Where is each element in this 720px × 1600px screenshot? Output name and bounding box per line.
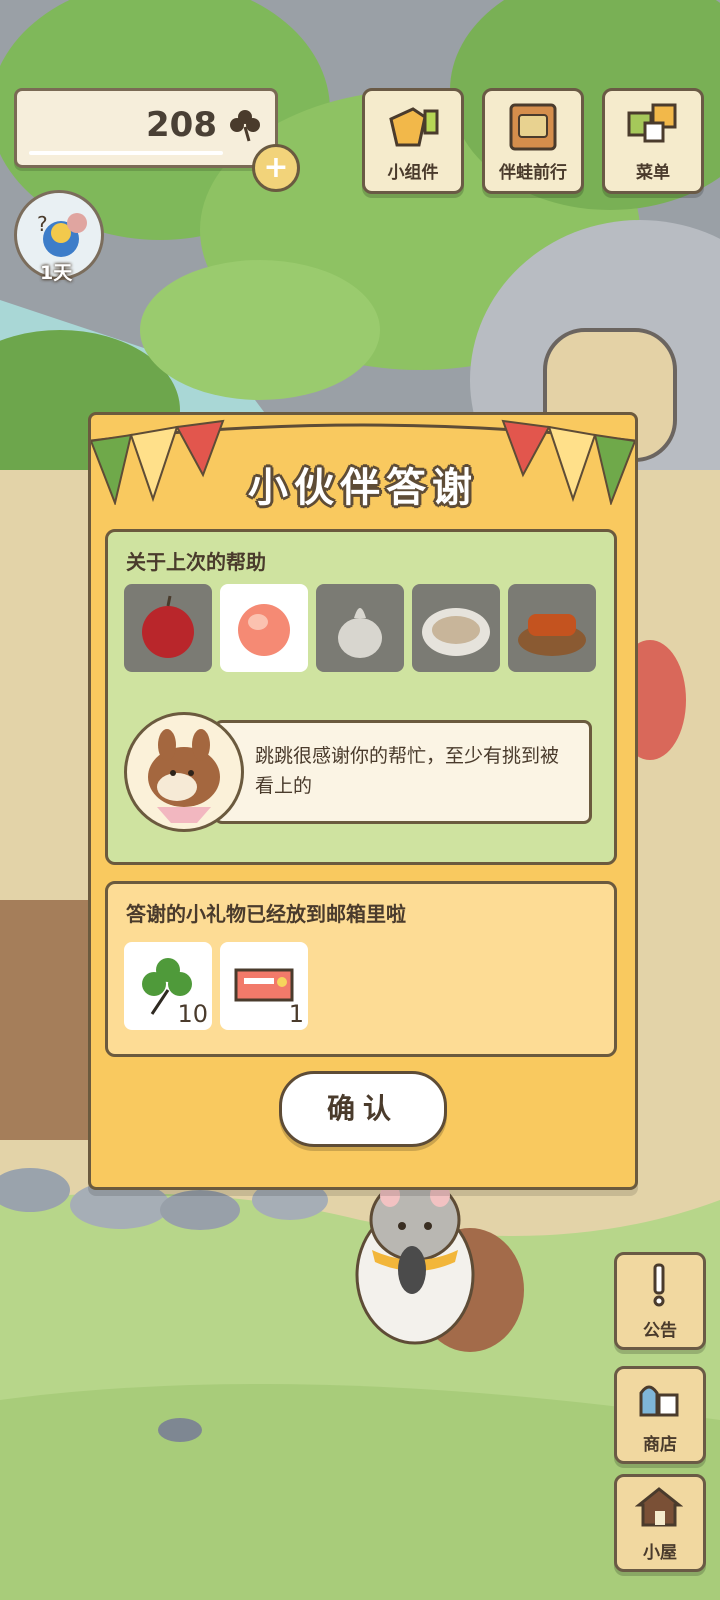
food-slot-skewers[interactable]: [508, 584, 596, 672]
gift-slot-ticket[interactable]: 1: [220, 942, 308, 1030]
svg-text:?: ?: [37, 212, 48, 236]
shop-icon: [639, 1385, 679, 1417]
counter-bar: [29, 151, 223, 155]
widget-icon: [389, 107, 439, 147]
speech-text: 跳跳很感谢你的帮忙，至少有挑到被看上的: [255, 745, 560, 797]
dialog-title: 小伙伴答谢: [248, 465, 478, 511]
widget-label: 小组件: [387, 163, 439, 183]
thanks-dialog: 小伙伴答谢 关于上次的帮助 跳跳很感谢你的帮忙，至少有挑到被看上的 答谢的小礼物…: [88, 412, 638, 1190]
clover-count: 208: [146, 105, 217, 145]
help-heading: 关于上次的帮助: [126, 550, 266, 574]
speech-row: 跳跳很感谢你的帮忙，至少有挑到被看上的: [124, 712, 602, 832]
frog-journey-label: 伴蛙前行: [499, 163, 567, 183]
widget-button[interactable]: 小组件: [362, 88, 464, 194]
gift-panel: 答谢的小礼物已经放到邮箱里啦 10 1: [105, 881, 617, 1057]
menu-label: 菜单: [636, 163, 670, 183]
food-list: [124, 584, 596, 672]
squirrel-icon: [148, 729, 220, 823]
squirrel-portrait: [124, 712, 244, 832]
roasted-skewers-icon: [518, 614, 586, 656]
peach-icon: [238, 604, 290, 656]
confirm-button[interactable]: 确认: [279, 1071, 447, 1147]
shop-label: 商店: [643, 1435, 677, 1455]
day-label: 1天: [40, 262, 73, 284]
notice-icon: [653, 1263, 665, 1307]
speech-bubble: 跳跳很感谢你的帮忙，至少有挑到被看上的: [214, 720, 592, 824]
clover-counter: 208: [14, 88, 278, 168]
garlic-icon: [338, 608, 382, 658]
help-panel: 关于上次的帮助 跳跳很感谢你的帮忙，至少有挑到被看上的: [105, 529, 617, 865]
food-slot-peach[interactable]: [220, 584, 308, 672]
add-clover-button[interactable]: +: [252, 144, 300, 192]
house-icon: [635, 1487, 683, 1527]
notice-button[interactable]: 公告: [614, 1252, 706, 1350]
house-label: 小屋: [643, 1543, 677, 1563]
frog-journey-button[interactable]: 伴蛙前行: [482, 88, 584, 194]
frog-journey-icon: [509, 103, 557, 151]
noodle-dish-icon: [422, 608, 490, 656]
menu-button[interactable]: 菜单: [602, 88, 704, 194]
house-button[interactable]: 小屋: [614, 1474, 706, 1572]
food-slot-apple[interactable]: [124, 584, 212, 672]
gift-slot-clover[interactable]: 10: [124, 942, 212, 1030]
shop-button[interactable]: 商店: [614, 1366, 706, 1464]
gift-qty-ticket: 1: [288, 1000, 304, 1028]
food-slot-noodles[interactable]: [412, 584, 500, 672]
menu-icon: [627, 103, 677, 143]
notice-label: 公告: [643, 1321, 677, 1341]
food-slot-garlic[interactable]: [316, 584, 404, 672]
gift-list: 10 1: [124, 942, 308, 1030]
gift-heading: 答谢的小礼物已经放到邮箱里啦: [126, 902, 406, 926]
apple-icon: [142, 595, 194, 658]
clover-icon: [230, 110, 260, 142]
gift-qty-clover: 10: [177, 1000, 208, 1028]
